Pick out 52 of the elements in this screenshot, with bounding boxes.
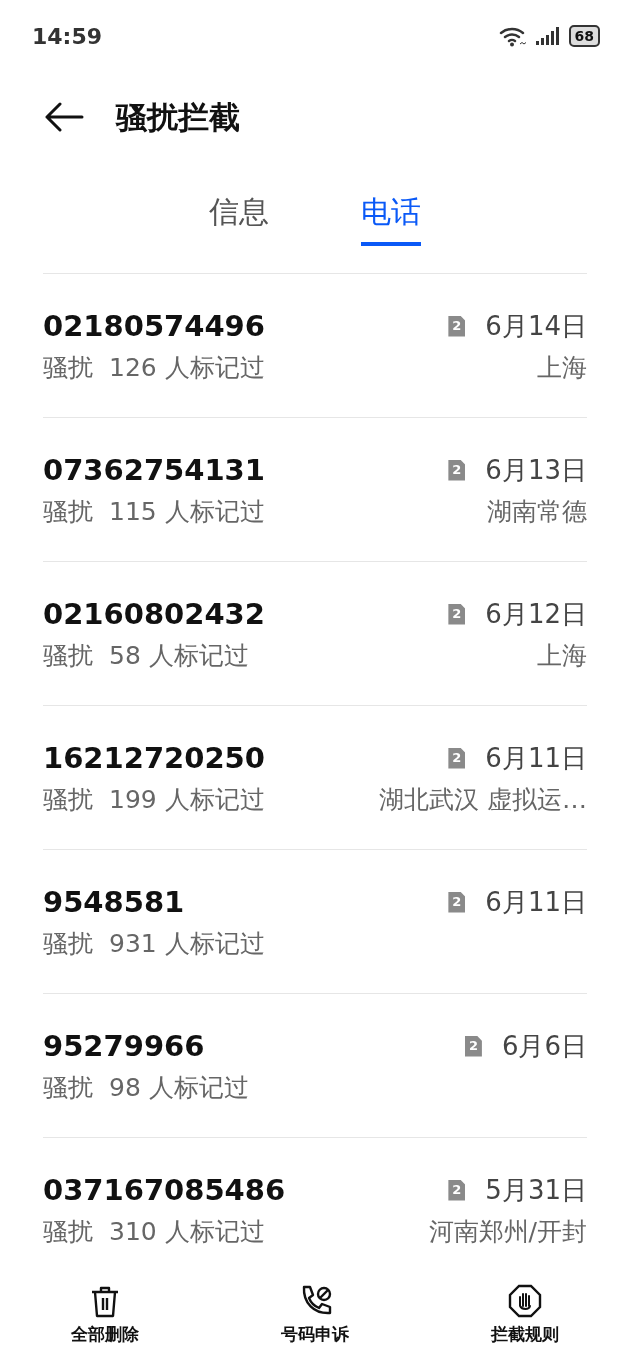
mark-count: 199 人标记过 xyxy=(109,784,265,816)
toolbar-button[interactable]: 号码申诉 xyxy=(210,1284,420,1348)
phone-number: 9548581 xyxy=(43,884,185,920)
sim-icon: 2 xyxy=(464,1035,482,1057)
tag-label: 骚扰 xyxy=(43,1072,93,1104)
phone-number: 02160802432 xyxy=(43,596,265,632)
tag-label: 骚扰 xyxy=(43,784,93,816)
call-date: 6月6日 xyxy=(501,1030,587,1063)
signal-icon xyxy=(534,26,561,46)
call-date: 6月13日 xyxy=(485,454,587,487)
call-date: 6月12日 xyxy=(485,598,587,631)
status-time: 14:59 xyxy=(32,22,103,51)
call-date: 6月11日 xyxy=(485,742,587,775)
tag-label: 骚扰 xyxy=(43,1216,93,1248)
mark-count: 126 人标记过 xyxy=(109,352,265,384)
mark-count: 98 人标记过 xyxy=(109,1072,249,1104)
sim-icon: 2 xyxy=(448,891,466,913)
phone-number: 037167085486 xyxy=(43,1172,286,1208)
location-text: 上海 xyxy=(537,352,587,384)
location-text: 河南郑州/开封 xyxy=(428,1216,587,1248)
sim-icon: 2 xyxy=(448,603,466,625)
sim-icon: 2 xyxy=(448,1179,466,1201)
back-button[interactable] xyxy=(44,102,84,132)
toolbar-button[interactable]: 全部删除 xyxy=(0,1284,210,1348)
phone-number: 16212720250 xyxy=(43,740,265,776)
tag-label: 骚扰 xyxy=(43,640,93,672)
call-date: 5月31日 xyxy=(485,1174,587,1207)
tag-label: 骚扰 xyxy=(43,352,93,384)
sim-icon: 2 xyxy=(448,459,466,481)
tag-label: 骚扰 xyxy=(43,496,93,528)
mark-count: 931 人标记过 xyxy=(109,928,265,960)
stop-hand-icon xyxy=(508,1284,542,1319)
location-text: 湖北武汉 虚拟运… xyxy=(379,784,587,816)
mark-count: 58 人标记过 xyxy=(109,640,249,672)
call-date: 6月11日 xyxy=(485,886,587,919)
phone-number: 07362754131 xyxy=(43,452,265,488)
phone-number: 02180574496 xyxy=(43,308,265,344)
mark-count: 115 人标记过 xyxy=(109,496,265,528)
tab[interactable]: 电话 xyxy=(361,189,421,246)
tag-label: 骚扰 xyxy=(43,928,93,960)
battery-indicator: 68 xyxy=(568,25,600,47)
sim-icon: 2 xyxy=(448,747,466,769)
tab[interactable]: 信息 xyxy=(209,189,269,246)
mark-count: 310 人标记过 xyxy=(109,1216,265,1248)
location-text: 上海 xyxy=(537,640,587,672)
phone-number: 95279966 xyxy=(43,1028,205,1064)
call-date: 6月14日 xyxy=(485,310,587,343)
page-title: 骚扰拦截 xyxy=(116,97,240,137)
location-text: 湖南常德 xyxy=(487,496,587,528)
sim-icon: 2 xyxy=(448,315,466,337)
wifi-icon xyxy=(498,25,527,47)
toolbar-button[interactable]: 拦截规则 xyxy=(420,1284,630,1348)
